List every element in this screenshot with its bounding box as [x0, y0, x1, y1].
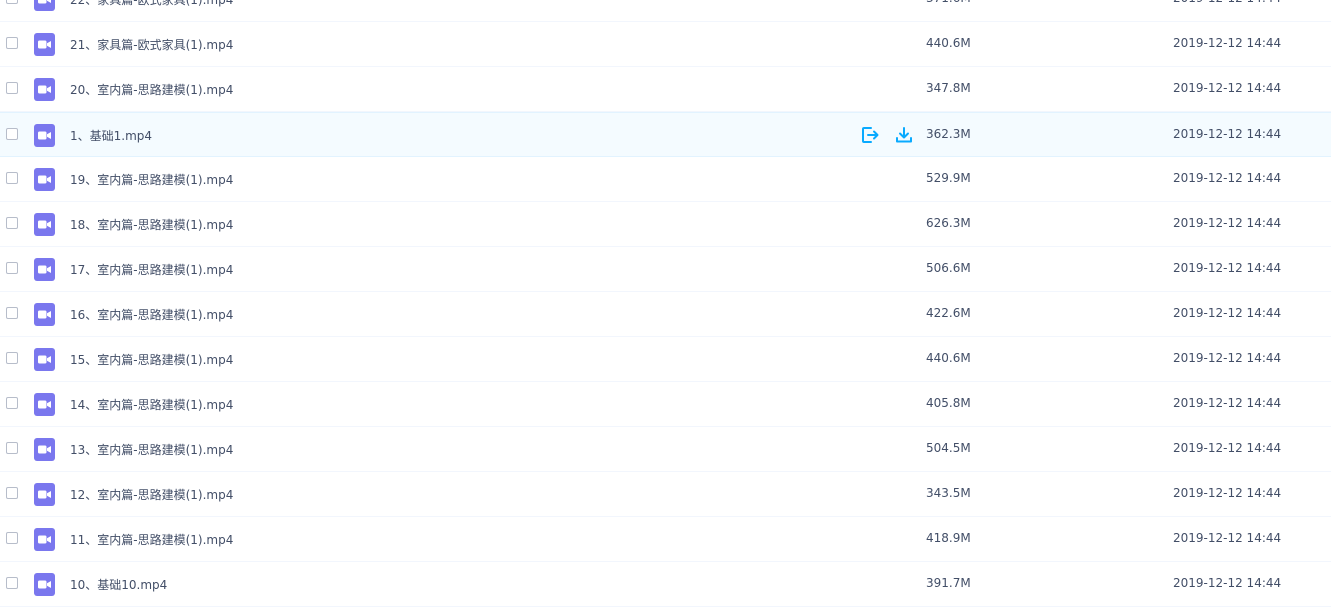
row-checkbox[interactable]: [6, 0, 18, 4]
file-size: 347.8M: [926, 81, 971, 95]
video-file-icon: [34, 483, 55, 506]
file-rows: 22、家具篇-欧式家具(1).mp4 371.6M 2019-12-12 14:…: [0, 0, 1331, 607]
video-file-icon: [34, 0, 55, 11]
file-date: 2019-12-12 14:44: [1173, 306, 1282, 320]
file-name[interactable]: 15、室内篇-思路建模(1).mp4: [70, 351, 233, 368]
row-checkbox[interactable]: [6, 487, 18, 499]
file-name[interactable]: 19、室内篇-思路建模(1).mp4: [70, 171, 233, 188]
file-name[interactable]: 22、家具篇-欧式家具(1).mp4: [70, 0, 233, 8]
video-file-icon: [34, 33, 55, 56]
file-size: 362.3M: [926, 127, 971, 141]
file-row[interactable]: 16、室内篇-思路建模(1).mp4 422.6M 2019-12-12 14:…: [0, 292, 1331, 337]
file-row[interactable]: 11、室内篇-思路建模(1).mp4 418.9M 2019-12-12 14:…: [0, 517, 1331, 562]
file-size: 440.6M: [926, 351, 971, 365]
file-row[interactable]: 21、家具篇-欧式家具(1).mp4 440.6M 2019-12-12 14:…: [0, 22, 1331, 67]
file-date: 2019-12-12 14:44: [1173, 81, 1282, 95]
file-date: 2019-12-12 14:44: [1173, 216, 1282, 230]
file-date: 2019-12-12 14:44: [1173, 486, 1282, 500]
file-date: 2019-12-12 14:44: [1173, 127, 1282, 141]
video-file-icon: [34, 393, 55, 416]
file-size: 626.3M: [926, 216, 971, 230]
file-row[interactable]: 22、家具篇-欧式家具(1).mp4 371.6M 2019-12-12 14:…: [0, 0, 1331, 22]
video-file-icon: [34, 303, 55, 326]
file-name[interactable]: 18、室内篇-思路建模(1).mp4: [70, 216, 233, 233]
file-date: 2019-12-12 14:44: [1173, 36, 1282, 50]
file-size: 504.5M: [926, 441, 971, 455]
video-file-icon: [34, 168, 55, 191]
file-size: 529.9M: [926, 171, 971, 185]
row-checkbox[interactable]: [6, 397, 18, 409]
file-row[interactable]: 17、室内篇-思路建模(1).mp4 506.6M 2019-12-12 14:…: [0, 247, 1331, 292]
row-checkbox[interactable]: [6, 172, 18, 184]
download-icon[interactable]: [894, 125, 914, 145]
file-name[interactable]: 13、室内篇-思路建模(1).mp4: [70, 441, 233, 458]
share-icon[interactable]: [860, 125, 880, 145]
file-row[interactable]: 14、室内篇-思路建模(1).mp4 405.8M 2019-12-12 14:…: [0, 382, 1331, 427]
file-row[interactable]: 10、基础10.mp4 391.7M 2019-12-12 14:44: [0, 562, 1331, 607]
file-size: 371.6M: [926, 0, 971, 5]
file-row[interactable]: 19、室内篇-思路建模(1).mp4 529.9M 2019-12-12 14:…: [0, 157, 1331, 202]
file-name[interactable]: 16、室内篇-思路建模(1).mp4: [70, 306, 233, 323]
row-checkbox[interactable]: [6, 442, 18, 454]
video-file-icon: [34, 438, 55, 461]
row-checkbox[interactable]: [6, 577, 18, 589]
row-checkbox[interactable]: [6, 532, 18, 544]
file-list: 22、家具篇-欧式家具(1).mp4 371.6M 2019-12-12 14:…: [0, 0, 1331, 612]
file-date: 2019-12-12 14:44: [1173, 171, 1282, 185]
row-checkbox[interactable]: [6, 352, 18, 364]
file-date: 2019-12-12 14:44: [1173, 396, 1282, 410]
video-file-icon: [34, 258, 55, 281]
file-date: 2019-12-12 14:44: [1173, 531, 1282, 545]
file-size: 343.5M: [926, 486, 971, 500]
file-size: 405.8M: [926, 396, 971, 410]
file-row[interactable]: 18、室内篇-思路建模(1).mp4 626.3M 2019-12-12 14:…: [0, 202, 1331, 247]
row-actions: [860, 125, 914, 145]
file-name[interactable]: 1、基础1.mp4: [70, 127, 152, 144]
file-row[interactable]: 1、基础1.mp4 362.3M 2019-12-12 14:44: [0, 112, 1331, 157]
file-date: 2019-12-12 14:44: [1173, 351, 1282, 365]
file-size: 418.9M: [926, 531, 971, 545]
video-file-icon: [34, 124, 55, 147]
file-name[interactable]: 14、室内篇-思路建模(1).mp4: [70, 396, 233, 413]
file-name[interactable]: 20、室内篇-思路建模(1).mp4: [70, 81, 233, 98]
file-row[interactable]: 13、室内篇-思路建模(1).mp4 504.5M 2019-12-12 14:…: [0, 427, 1331, 472]
file-name[interactable]: 12、室内篇-思路建模(1).mp4: [70, 486, 233, 503]
file-size: 440.6M: [926, 36, 971, 50]
video-file-icon: [34, 213, 55, 236]
file-name[interactable]: 17、室内篇-思路建模(1).mp4: [70, 261, 233, 278]
row-checkbox[interactable]: [6, 82, 18, 94]
video-file-icon: [34, 573, 55, 596]
file-size: 422.6M: [926, 306, 971, 320]
row-checkbox[interactable]: [6, 128, 18, 140]
file-name[interactable]: 10、基础10.mp4: [70, 576, 167, 593]
file-row[interactable]: 15、室内篇-思路建模(1).mp4 440.6M 2019-12-12 14:…: [0, 337, 1331, 382]
video-file-icon: [34, 78, 55, 101]
row-checkbox[interactable]: [6, 262, 18, 274]
file-size: 391.7M: [926, 576, 971, 590]
video-file-icon: [34, 528, 55, 551]
row-checkbox[interactable]: [6, 217, 18, 229]
file-date: 2019-12-12 14:44: [1173, 576, 1282, 590]
file-size: 506.6M: [926, 261, 971, 275]
file-row[interactable]: 12、室内篇-思路建模(1).mp4 343.5M 2019-12-12 14:…: [0, 472, 1331, 517]
row-checkbox[interactable]: [6, 307, 18, 319]
row-checkbox[interactable]: [6, 37, 18, 49]
file-row[interactable]: 20、室内篇-思路建模(1).mp4 347.8M 2019-12-12 14:…: [0, 67, 1331, 112]
file-date: 2019-12-12 14:44: [1173, 0, 1281, 5]
video-file-icon: [34, 348, 55, 371]
file-date: 2019-12-12 14:44: [1173, 441, 1282, 455]
file-name[interactable]: 11、室内篇-思路建模(1).mp4: [70, 531, 233, 548]
file-name[interactable]: 21、家具篇-欧式家具(1).mp4: [70, 36, 233, 53]
file-date: 2019-12-12 14:44: [1173, 261, 1282, 275]
